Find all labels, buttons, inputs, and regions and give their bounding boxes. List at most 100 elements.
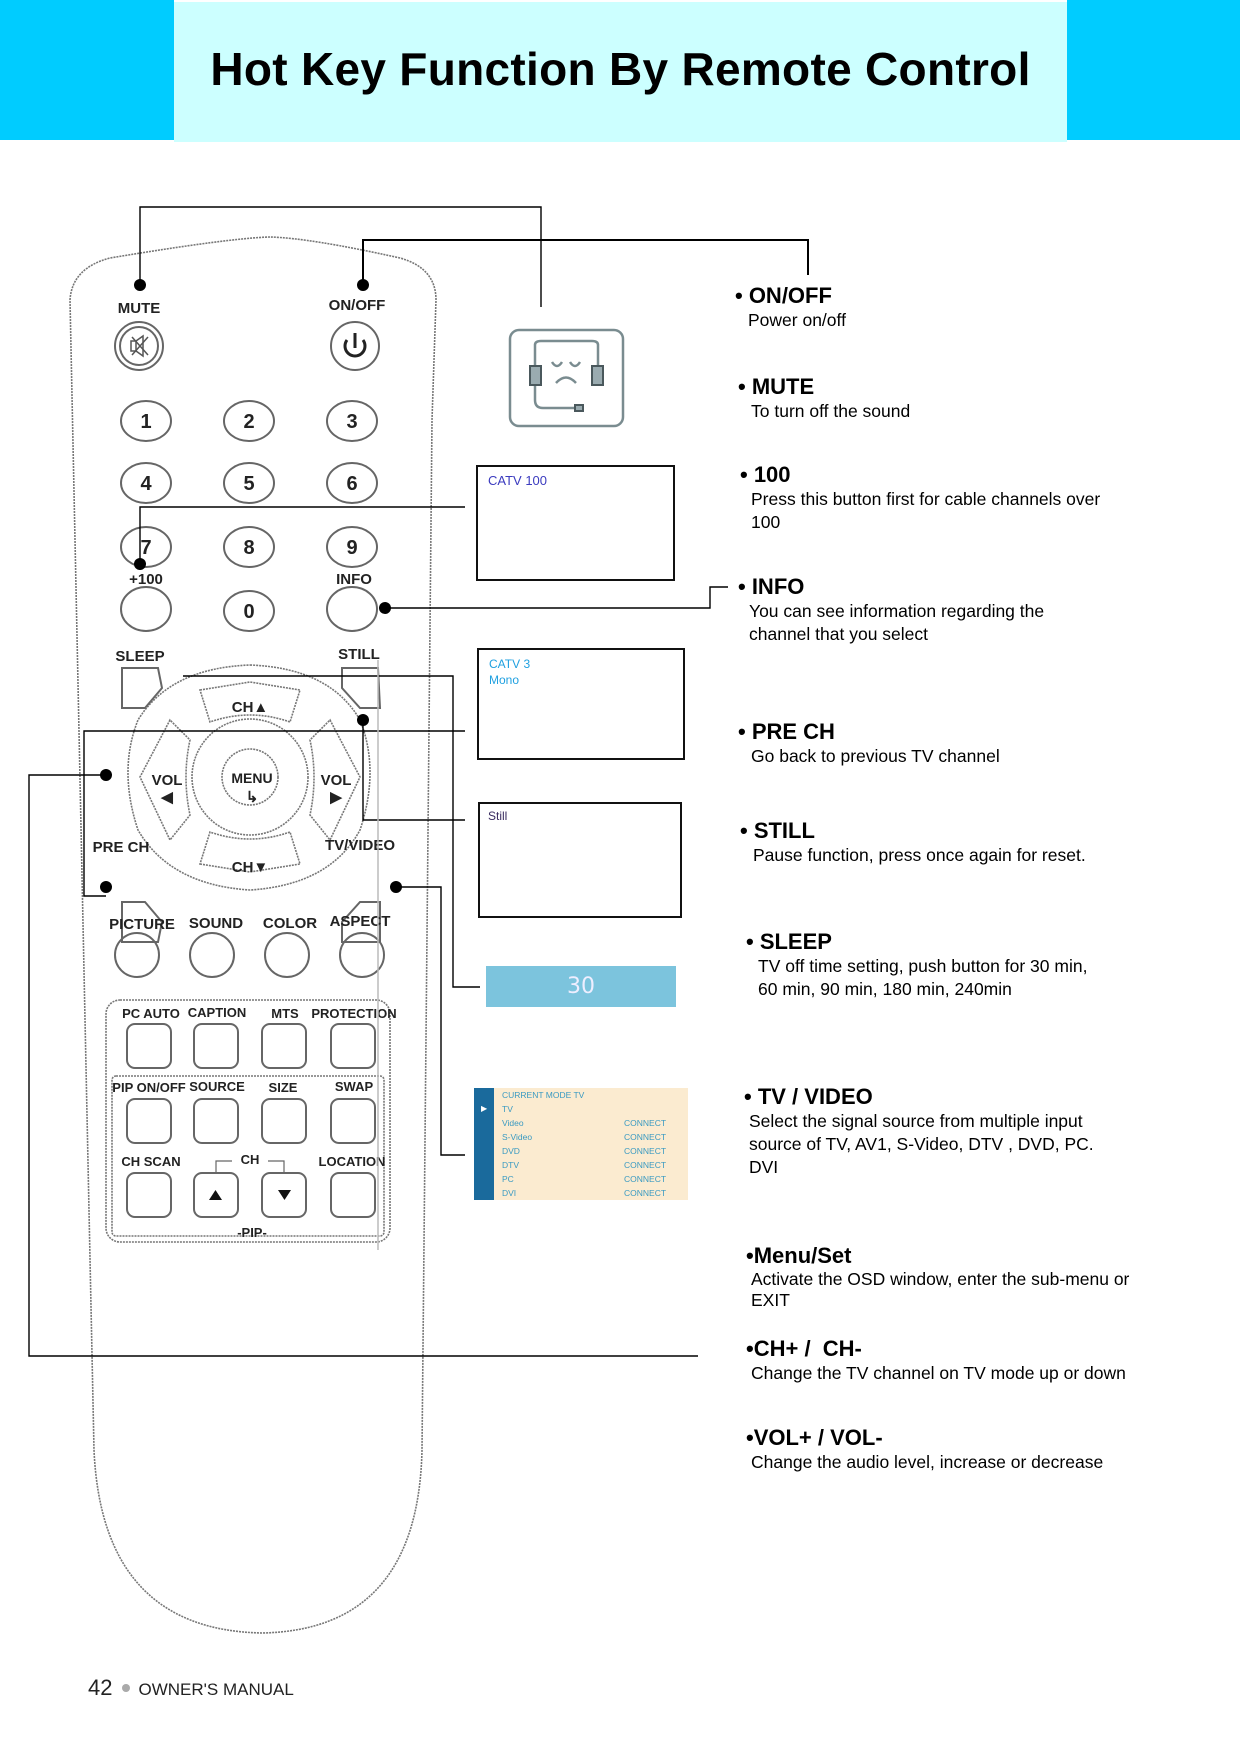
desc-onoff: • ON/OFF Power on/off	[735, 283, 846, 330]
source-item: DTV	[502, 1160, 519, 1170]
desc-info: • INFO You can see information regarding…	[738, 574, 1045, 644]
remote-button-label: COLOR	[263, 915, 317, 932]
desc-still: • STILL Pause function, press once again…	[740, 818, 1086, 865]
remote-button-label: PIP ON/OFF	[112, 1080, 185, 1095]
desc-sleep: • SLEEP TV off time setting, push button…	[746, 929, 1088, 999]
remote-button-label: SIZE	[269, 1080, 298, 1095]
remote-button-label: 9	[346, 537, 357, 559]
key-info	[326, 586, 378, 632]
remote-button-label: CH SCAN	[121, 1154, 180, 1169]
power-icon	[343, 333, 367, 358]
source-item: Video	[502, 1118, 524, 1128]
remote-button-label: +100	[129, 571, 163, 588]
remote-button-label: INFO	[336, 571, 372, 588]
source-status: CONNECT	[624, 1132, 667, 1142]
remote-button-label: ◀	[160, 789, 173, 806]
source-item: TV	[502, 1104, 513, 1114]
remote-button-label: PICTURE	[109, 916, 175, 933]
osd-info-channel: CATV 3	[489, 657, 531, 671]
desc-prech: • PRE CH Go back to previous TV channel	[738, 719, 1000, 766]
remote-button-label: SOURCE	[189, 1079, 245, 1094]
swap-button	[330, 1098, 376, 1144]
remote-button-label: PC AUTO	[122, 1006, 180, 1021]
source-item: S-Video	[502, 1132, 533, 1142]
mts-button	[261, 1023, 307, 1069]
source-status: CONNECT	[624, 1160, 667, 1170]
triangle-icons	[209, 1190, 291, 1200]
osd-info: CATV 3 Mono	[477, 648, 685, 760]
location-button	[330, 1172, 376, 1218]
remote-button-label: 1	[140, 411, 151, 433]
remote-button-label: MENU	[231, 770, 272, 786]
sleep-button	[121, 667, 164, 709]
source-item: DVD	[502, 1146, 520, 1156]
pcauto-button	[126, 1023, 172, 1069]
desc-menu: •Menu/Set Activate the OSD window, enter…	[746, 1243, 1130, 1310]
remote-button-label: SOUND	[189, 915, 243, 932]
mute-speaker-icon	[130, 334, 149, 358]
osd-catv100-text: CATV 100	[488, 473, 548, 488]
osd-still-text: Still	[488, 809, 508, 823]
source-status: CONNECT	[624, 1146, 667, 1156]
remote-button-label: VOL	[321, 772, 352, 789]
remote-button-label: 7	[140, 537, 151, 559]
osd-still: Still	[478, 802, 682, 918]
color-button	[264, 932, 310, 978]
remote-button-label: 6	[346, 473, 357, 495]
selection-arrow-icon: ▶	[481, 1104, 488, 1113]
remote-button-label: ▶	[329, 789, 343, 806]
remote-button-label: 0	[243, 601, 254, 623]
mute-osd-icon	[508, 328, 625, 428]
source-button	[193, 1098, 239, 1144]
source-status: CONNECT	[624, 1118, 667, 1128]
remote-button-label: STILL	[338, 646, 380, 663]
size-button	[261, 1098, 307, 1144]
osd-info-audio: Mono	[489, 673, 520, 687]
remote-button-label: CH	[241, 1152, 260, 1167]
label-mute: MUTE	[118, 300, 161, 317]
bullet-dot-icon	[122, 1683, 131, 1692]
remote-button-label: VOL	[152, 772, 183, 789]
remote-button-label: SWAP	[335, 1079, 374, 1094]
source-menu-sidebar: ▶	[474, 1088, 494, 1200]
page-footer: 42 OWNER'S MANUAL	[88, 1675, 294, 1701]
remote-button-label: 3	[346, 411, 357, 433]
remote-button-label: MTS	[271, 1006, 299, 1021]
desc-mute: • MUTE To turn off the sound	[738, 374, 911, 421]
remote-button-label: CH▼	[232, 859, 269, 876]
remote-button-label: -PIP-	[237, 1225, 267, 1240]
pip-onoff-button	[126, 1098, 172, 1144]
source-current-mode: CURRENT MODE TV	[502, 1090, 585, 1100]
callout-lines	[28, 206, 809, 1357]
remote-button-label: TV/VIDEO	[325, 837, 395, 854]
page-number: 42	[88, 1675, 113, 1700]
remote-outline	[69, 236, 437, 1634]
remote-button-label: ASPECT	[330, 913, 391, 930]
label-power: ON/OFF	[329, 297, 386, 314]
protection-button	[330, 1023, 376, 1069]
remote-button-label: 5	[243, 473, 254, 495]
remote-button-label: CAPTION	[188, 1005, 247, 1020]
remote-button-label: 2	[243, 411, 254, 433]
source-item: DVI	[502, 1188, 517, 1198]
desc-vol: •VOL+ / VOL- Change the audio level, inc…	[746, 1425, 1104, 1472]
remote-button-label: CH▲	[232, 699, 269, 716]
remote-button-label: 8	[243, 537, 254, 559]
picture-button	[114, 932, 160, 978]
remote-button-label: PROTECTION	[311, 1006, 396, 1021]
source-status: CONNECT	[624, 1174, 667, 1184]
source-status: CONNECT	[624, 1188, 667, 1198]
function-grid-panel	[105, 999, 391, 1243]
source-item: PC	[502, 1174, 514, 1184]
sound-button	[189, 932, 235, 978]
manual-label: OWNER'S MANUAL	[138, 1680, 294, 1699]
remote-button-label: 4	[140, 473, 152, 495]
remote-button-label: PRE CH	[93, 839, 150, 856]
osd-sleep-bar: 30	[486, 966, 676, 1007]
remote-button-label: ↳	[246, 789, 259, 806]
caption-button	[193, 1023, 239, 1069]
desc-ch: •CH+ / CH- Change the TV channel on TV m…	[746, 1336, 1126, 1383]
remote-button-label: LOCATION	[319, 1154, 386, 1169]
desc-tvvideo: • TV / VIDEO Select the signal source fr…	[744, 1084, 1094, 1177]
osd-source-menu: ▶ CURRENT MODE TV TV Video CONNECT S-Vid…	[474, 1088, 688, 1200]
